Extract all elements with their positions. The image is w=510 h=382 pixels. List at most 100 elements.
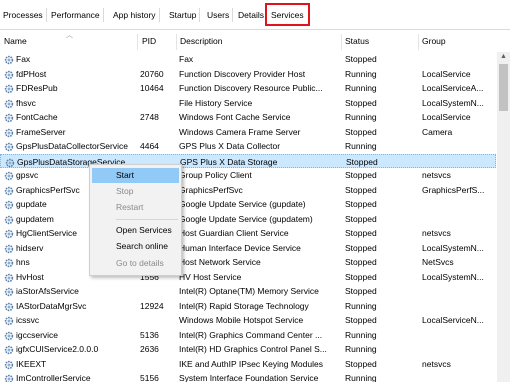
service-name-text: HgClientService	[16, 228, 77, 238]
service-status: Stopped	[345, 54, 377, 64]
service-name: Fax	[4, 52, 136, 67]
table-row[interactable]: icssvc Windows Mobile Hotspot Service Stop…	[0, 313, 496, 328]
table-row[interactable]: IKEEXT IKE and AuthIP IPsec Keying Module…	[0, 357, 496, 372]
service-pid: 4464	[140, 141, 159, 151]
table-row[interactable]: FrameServer Windows Camera Frame Server St…	[0, 125, 496, 140]
gear-icon	[4, 200, 14, 210]
service-description: Group Policy Client	[179, 170, 252, 180]
menu-separator	[116, 219, 178, 220]
menu-item-stop[interactable]: Stop	[92, 184, 179, 199]
column-header-group[interactable]: Group	[418, 30, 446, 52]
service-name-text: GraphicsPerfSvc	[16, 184, 80, 195]
service-name-text: igccservice	[16, 329, 59, 340]
table-row[interactable]: IAStorDataMgrSvc 12924 Intel(R) Rapid Stor…	[0, 299, 496, 314]
table-row[interactable]: hidserv Human Interface Device Service Sto…	[0, 241, 496, 256]
table-row[interactable]: FDResPub 10464 Function Discovery Resource…	[0, 81, 496, 96]
column-header-name[interactable]: Name	[0, 30, 27, 52]
service-status: Running	[345, 83, 377, 93]
service-group: LocalService	[422, 112, 471, 122]
service-name-text: HvHost	[16, 271, 44, 282]
tab-users[interactable]: Users	[204, 8, 234, 22]
service-pid: 2748	[140, 112, 159, 122]
service-group: GraphicsPerfS...	[422, 184, 485, 195]
tab-app-history[interactable]: App history	[110, 8, 160, 22]
service-group: NetSvcs	[422, 257, 454, 267]
service-name-text: fdPHost	[16, 68, 47, 79]
table-row[interactable]: GpsPlusDataCollectorService 4464 GPS Plus …	[0, 139, 496, 154]
service-name-text: IAStorDataMgrSvc	[16, 300, 87, 311]
table-row[interactable]: igfxCUIService2.0.0.0 2636 Intel(R) HD Gra…	[0, 342, 496, 357]
gear-icon	[4, 331, 14, 341]
service-name: fdPHost	[4, 67, 136, 82]
table-row[interactable]: GpsPlusDataStorageService GPS Plus X Data…	[0, 153, 496, 168]
vertical-scrollbar[interactable]: ▲	[497, 52, 510, 382]
service-pid: 5156	[140, 373, 159, 382]
service-description: Fax	[179, 54, 194, 64]
table-row[interactable]: hns Host Network Service Stopped NetSvcs	[0, 255, 496, 270]
tab-details[interactable]: Details	[235, 8, 268, 22]
service-status: Running	[345, 373, 377, 382]
table-row[interactable]: igccservice 5136 Intel(R) Graphics Command…	[0, 328, 496, 343]
table-row[interactable]: GraphicsPerfSvc GraphicsPerfSvc Stopped Gra…	[0, 183, 496, 198]
gear-icon	[4, 273, 14, 283]
service-name-text: Fax	[16, 54, 31, 64]
service-group: netsvcs	[422, 170, 451, 180]
table-row[interactable]: fdPHost 20760 Function Discovery Provider …	[0, 67, 496, 82]
service-pid: 5136	[140, 329, 159, 340]
chevron-up-icon: ︿	[66, 32, 73, 39]
table-row[interactable]: gpsvc Group Policy Client Stopped netsvcs	[0, 168, 496, 183]
gear-icon	[4, 70, 14, 80]
table-row[interactable]: iaStorAfsService Intel(R) Optane(TM) Memo…	[0, 284, 496, 299]
column-header-description[interactable]: Description	[176, 30, 223, 52]
table-row[interactable]: Fax Fax Stopped	[0, 52, 496, 67]
tab-services[interactable]: Services	[265, 3, 310, 26]
service-name: FontCache	[4, 110, 136, 125]
menu-item-restart[interactable]: Restart	[92, 200, 179, 215]
service-name: IAStorDataMgrSvc	[4, 299, 136, 314]
scrollbar-thumb[interactable]	[499, 64, 508, 111]
service-description: Intel(R) Graphics Command Center ...	[179, 329, 323, 340]
service-pid: 2636	[140, 344, 159, 354]
table-row[interactable]: ImControllerService 5156 System Interface …	[0, 371, 496, 382]
service-group: LocalServiceN...	[422, 315, 484, 325]
service-status: Stopped	[345, 228, 377, 238]
service-group: netsvcs	[422, 228, 451, 238]
tab-processes[interactable]: Processes	[0, 8, 47, 22]
column-header-status[interactable]: Status	[341, 30, 369, 52]
table-row[interactable]: gupdate Google Update Service (gupdate) St…	[0, 197, 496, 212]
service-name: iaStorAfsService	[4, 284, 136, 299]
table-row[interactable]: HvHost 1556 HV Host Service Stopped LocalSys…	[0, 270, 496, 285]
table-row[interactable]: gupdatem Google Update Service (gupdatem)…	[0, 212, 496, 227]
menu-item-open-services[interactable]: Open Services	[92, 223, 179, 238]
table-row[interactable]: fhsvc File History Service Stopped LocalSys…	[0, 96, 496, 111]
service-description: Windows Mobile Hotspot Service	[179, 315, 304, 325]
table-row[interactable]: FontCache 2748 Windows Font Cache Service R…	[0, 110, 496, 125]
service-description: HV Host Service	[179, 271, 242, 282]
service-description: Windows Font Cache Service	[179, 112, 291, 122]
service-name-text: GpsPlusDataCollectorService	[16, 141, 128, 151]
service-status: Stopped	[345, 126, 377, 137]
gear-icon	[4, 84, 14, 94]
service-status: Running	[345, 344, 377, 354]
service-name-text: icssvc	[16, 315, 40, 325]
menu-item-go-to-details[interactable]: Go to details	[92, 256, 179, 271]
service-group: LocalService	[422, 68, 471, 79]
service-description: Windows Camera Frame Server	[179, 126, 301, 137]
gear-icon	[4, 215, 14, 225]
table-row[interactable]: HgClientService Host Guardian Client Serv…	[0, 226, 496, 241]
service-name-text: IKEEXT	[16, 358, 47, 369]
menu-item-search-online[interactable]: Search online	[92, 239, 179, 254]
menu-item-start[interactable]: Start	[92, 168, 179, 183]
service-group: LocalServiceA...	[422, 83, 484, 93]
gear-icon	[4, 99, 14, 109]
service-status: Stopped	[346, 156, 378, 167]
tab-performance[interactable]: Performance	[48, 8, 104, 22]
gear-icon	[4, 229, 14, 239]
arrow-up-icon[interactable]: ▲	[500, 53, 507, 60]
service-status: Stopped	[345, 184, 377, 195]
service-status: Stopped	[345, 257, 377, 267]
tab-startup[interactable]: Startup	[166, 8, 201, 22]
service-name-text: fhsvc	[16, 97, 36, 108]
column-header-pid[interactable]: PID	[138, 30, 156, 52]
context-menu: Start Stop Restart Open Services Search …	[89, 164, 182, 276]
